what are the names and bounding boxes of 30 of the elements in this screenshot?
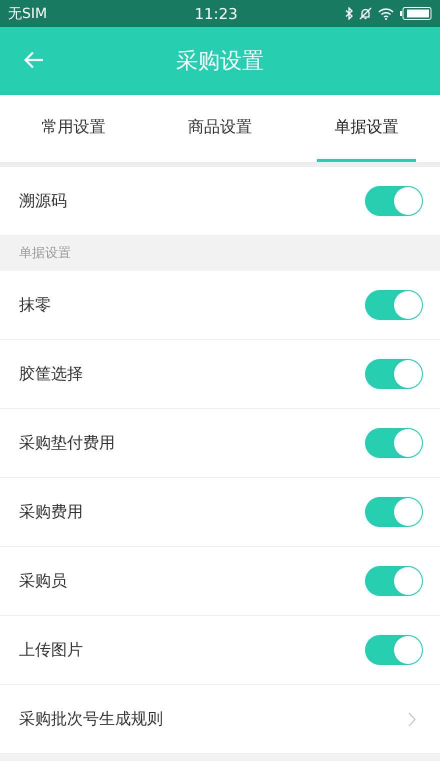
setting-label: 上传图片 xyxy=(19,640,83,660)
setting-label: 胶筐选择 xyxy=(19,364,83,384)
toggle-switch[interactable] xyxy=(365,635,423,665)
toggle-switch[interactable] xyxy=(365,290,423,320)
back-button[interactable] xyxy=(24,51,44,69)
carrier-text: 无SIM xyxy=(8,6,48,22)
tab[interactable]: 常用设置 xyxy=(24,95,123,162)
setting-label: 采购费用 xyxy=(19,502,83,522)
page-title: 采购设置 xyxy=(176,48,264,76)
toggle-switch[interactable] xyxy=(365,428,423,458)
chevron-right-icon xyxy=(408,712,416,726)
setting-label: 抹零 xyxy=(19,294,51,316)
muted-bell-icon xyxy=(359,7,372,20)
status-time: 11:23 xyxy=(194,6,238,22)
setting-label: 采购批次号生成规则 xyxy=(19,708,163,730)
setting-label: 采购垫付费用 xyxy=(19,432,115,454)
toggle-switch[interactable] xyxy=(365,497,423,527)
section-heading: 单据设置 xyxy=(18,245,72,263)
bluetooth-icon xyxy=(345,7,353,20)
toggle-switch[interactable] xyxy=(365,566,423,596)
toggle-switch[interactable] xyxy=(365,359,423,389)
toggle-switch[interactable] xyxy=(365,186,423,216)
setting-label: 溯源码 xyxy=(19,190,67,212)
back-arrow-icon xyxy=(24,51,44,69)
tab[interactable]: 商品设置 xyxy=(170,95,270,162)
settings-row[interactable]: 采购批次号生成规则 xyxy=(0,685,440,754)
wifi-icon xyxy=(378,8,394,20)
battery-icon xyxy=(400,7,432,20)
setting-label: 采购员 xyxy=(19,570,67,592)
tab[interactable]: 单据设置 xyxy=(317,95,416,162)
